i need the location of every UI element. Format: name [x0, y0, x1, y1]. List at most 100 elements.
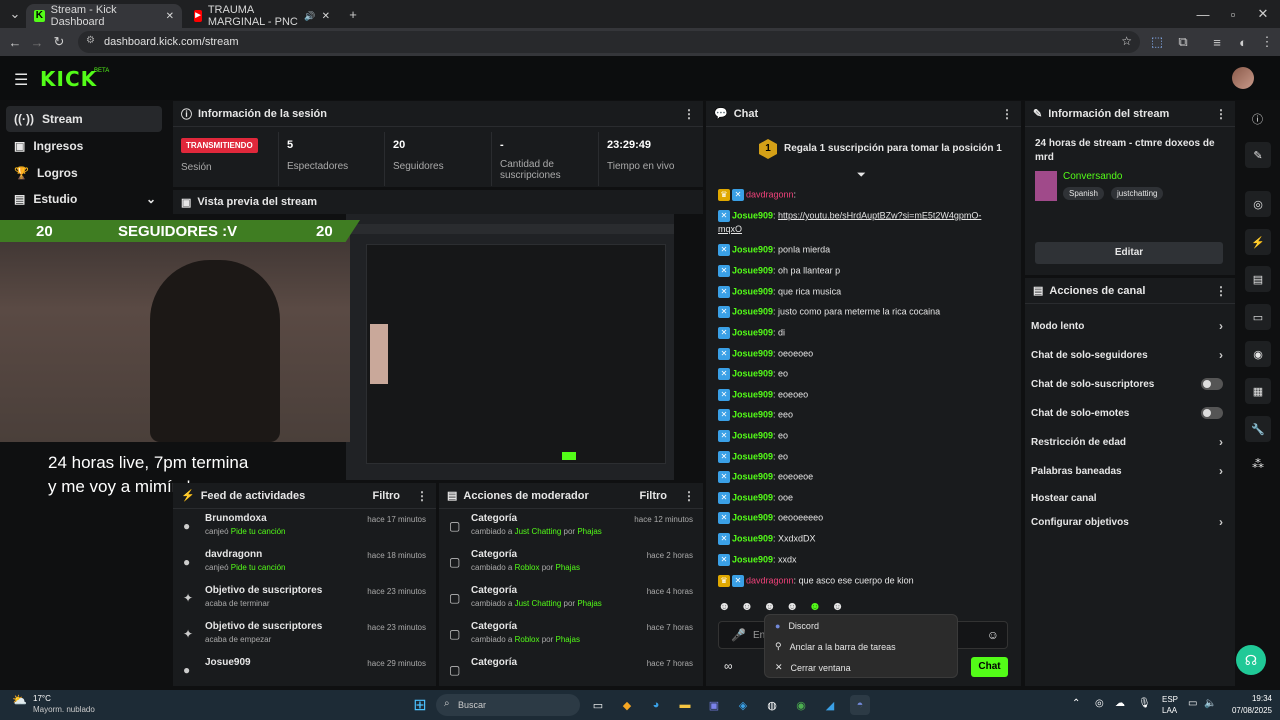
kebab-menu-icon[interactable]: ⋮	[1215, 107, 1227, 121]
minimize-button[interactable]: —	[1192, 3, 1214, 25]
forward-icon[interactable]: →	[26, 31, 48, 53]
activity-item[interactable]: ✦ Objetivo de suscriptores acaba de term…	[173, 581, 436, 617]
chat-message[interactable]: ✕ Josue909: que rica musica	[718, 286, 841, 298]
activity-item[interactable]: ● Brunomdoxa canjeó Pide tu canción hace…	[173, 509, 436, 545]
pinned-collapse-icon[interactable]: ⏷	[857, 169, 866, 182]
info-icon[interactable]: ⓘ	[1252, 111, 1263, 127]
taskbar-search[interactable]: ⌕ Buscar	[436, 694, 580, 716]
chat-message[interactable]: ✕ Josue909: XxdxdDX	[718, 533, 816, 545]
chat-message[interactable]: ✕ Josue909: ooe	[718, 492, 793, 504]
language-indicator[interactable]: ESP	[1162, 695, 1178, 704]
back-icon[interactable]: ←	[4, 31, 26, 53]
chat-message[interactable]: ✕ Josue909: xxdx	[718, 554, 797, 566]
browser-menu-icon[interactable]: ⋮	[1256, 31, 1278, 53]
reading-list-icon[interactable]: ≡	[1206, 31, 1228, 53]
clock-time[interactable]: 19:34	[1226, 694, 1272, 703]
mod-action-item[interactable]: ▢ Categoría hace 7 horas	[439, 653, 703, 689]
channel-action-item[interactable]: Chat de solo-seguidores ›	[1025, 341, 1235, 369]
chat-username[interactable]: Josue909	[732, 471, 773, 481]
bookmark-star-icon[interactable]: ☆	[1121, 34, 1132, 48]
reload-icon[interactable]: ↻	[48, 31, 70, 53]
chat-message[interactable]: ✕ Josue909: ponla mierda	[718, 244, 830, 256]
chat-username[interactable]: Josue909	[732, 533, 773, 543]
category-name[interactable]: Conversando	[1063, 171, 1122, 182]
kick-logo[interactable]: KICK	[40, 67, 97, 91]
mod-action-item[interactable]: ▢ Categoría cambiado a Roblox por Phajas…	[439, 545, 703, 581]
chat-username[interactable]: Josue909	[732, 244, 773, 254]
wrench-icon[interactable]: 🔧	[1245, 416, 1271, 442]
chat-username[interactable]: Josue909	[732, 430, 773, 440]
avatar[interactable]	[1232, 67, 1254, 89]
chat-message[interactable]: ♛ ✕ davdragonn:	[718, 189, 796, 201]
chat-icon[interactable]: ▭	[1245, 304, 1271, 330]
tab-search-icon[interactable]: ⌄	[4, 3, 26, 25]
emoji-icon[interactable]: ☺	[987, 628, 999, 642]
mod-action-item[interactable]: ▢ Categoría cambiado a Just Chatting por…	[439, 581, 703, 617]
chat-username[interactable]: Josue909	[732, 210, 773, 220]
channel-action-item[interactable]: Restricción de edad ›	[1025, 428, 1235, 456]
chat-username[interactable]: davdragonn	[746, 189, 794, 199]
window-close-button[interactable]: ✕	[1252, 3, 1274, 25]
stream-preview-screen[interactable]	[346, 214, 674, 480]
chat-message[interactable]: ♛ ✕ davdragonn: que asco ese cuerpo de kio…	[718, 575, 914, 587]
channel-action-item[interactable]: Chat de solo-suscriptores	[1025, 370, 1235, 398]
store-icon[interactable]: ◈	[733, 695, 753, 715]
maximize-button[interactable]: ▫	[1222, 3, 1244, 25]
translate-icon[interactable]: ⬚	[1146, 31, 1168, 53]
chat-username[interactable]: Josue909	[732, 265, 773, 275]
chat-message[interactable]: mqxO	[718, 224, 742, 234]
apps-icon[interactable]: ⁂	[1252, 457, 1264, 471]
url-field[interactable]: ⚙ dashboard.kick.com/stream ☆	[78, 31, 1140, 53]
mod-action-item[interactable]: ▢ Categoría cambiado a Roblox por Phajas…	[439, 617, 703, 653]
sidebar-item-ingresos[interactable]: ▣ Ingresos	[6, 133, 162, 159]
extensions-icon[interactable]: ⧉	[1172, 31, 1194, 53]
volume-icon[interactable]: 🔈	[1204, 698, 1216, 709]
broadcast-icon[interactable]: ◉	[1245, 341, 1271, 367]
chat-username[interactable]: Josue909	[732, 409, 773, 419]
tab-stream-dashboard[interactable]: K Stream - Kick Dashboard ✕	[26, 4, 182, 28]
tab-trauma-marginal[interactable]: ▶ TRAUMA MARGINAL - PNC 🔊 ✕	[186, 4, 338, 28]
edge-icon[interactable]: ◕	[646, 695, 666, 715]
mod-action-item[interactable]: ▢ Categoría cambiado a Just Chatting por…	[439, 509, 703, 545]
channel-action-item[interactable]: Modo lento ›	[1025, 312, 1235, 340]
kebab-menu-icon[interactable]: ⋮	[683, 489, 695, 503]
hamburger-menu-icon[interactable]: ☰	[14, 70, 28, 90]
copilot-icon[interactable]: ◆	[617, 695, 637, 715]
tab-close-icon[interactable]: ✕	[166, 11, 174, 22]
message-text[interactable]: mqxO	[718, 224, 742, 234]
chat-message[interactable]: ✕ Josue909: oeoeoeo	[718, 348, 813, 360]
chat-message[interactable]: ✕ Josue909: oh pa llantear p	[718, 265, 840, 277]
context-item-close-window[interactable]: ✕ Cerrar ventana	[765, 657, 957, 678]
bolt-icon[interactable]: ⚡	[1245, 229, 1271, 255]
chat-username[interactable]: Josue909	[732, 327, 773, 337]
chat-username[interactable]: Josue909	[732, 368, 773, 378]
chrome-icon[interactable]: ◉	[791, 695, 811, 715]
chat-username[interactable]: Josue909	[732, 492, 773, 502]
file-explorer-icon[interactable]: ▬	[675, 695, 695, 715]
chat-message[interactable]: ✕ Josue909: eo	[718, 451, 788, 463]
teams-icon[interactable]: ▣	[704, 695, 724, 715]
activity-item[interactable]: ● davdragonn canjeó Pide tu canción hace…	[173, 545, 436, 581]
kebab-menu-icon[interactable]: ⋮	[1001, 107, 1013, 121]
chat-username[interactable]: davdragonn	[746, 575, 794, 585]
context-item-pin-taskbar[interactable]: ⚲ Anclar a la barra de tareas	[765, 636, 957, 657]
channel-action-item[interactable]: Chat de solo-emotes	[1025, 399, 1235, 427]
chat-username[interactable]: Josue909	[732, 512, 773, 522]
send-chat-button[interactable]: Chat	[971, 657, 1008, 677]
gift-sub-prompt[interactable]: Regala 1 suscripción para tomar la posic…	[784, 143, 1002, 154]
discord-icon[interactable]: ◓	[850, 695, 870, 715]
new-tab-button[interactable]: +	[342, 3, 364, 25]
chat-username[interactable]: Josue909	[732, 451, 773, 461]
chat-message[interactable]: ✕ Josue909: https://youtu.be/sHrdAuptBZw?…	[718, 210, 981, 222]
toggle-switch[interactable]	[1201, 407, 1223, 419]
network-icon[interactable]: ▭	[1188, 698, 1197, 709]
chat-message[interactable]: ✕ Josue909: eo	[718, 430, 788, 442]
sidebar-item-logros[interactable]: 🏆 Logros	[6, 160, 162, 186]
toggle-switch[interactable]	[1201, 378, 1223, 390]
chat-message[interactable]: ✕ Josue909: oeooeeeeo	[718, 512, 823, 524]
chat-username[interactable]: Josue909	[732, 554, 773, 564]
focus-icon[interactable]: ◎	[1245, 191, 1271, 217]
app-icon[interactable]: ◢	[820, 695, 840, 715]
sidebar-item-estudio[interactable]: ▤ Estudio ⌄	[6, 186, 162, 212]
settings-icon[interactable]: ∞	[724, 659, 733, 673]
